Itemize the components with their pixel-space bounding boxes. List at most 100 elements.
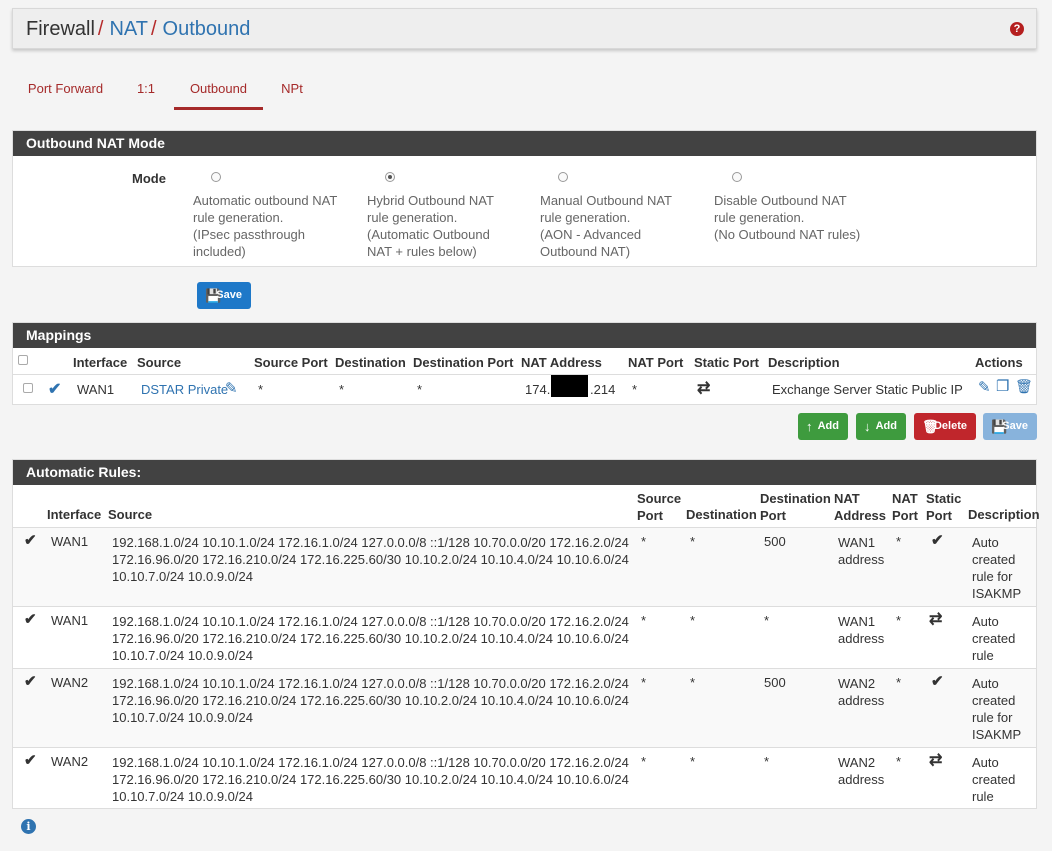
add-top-button[interactable]: ↑ Add (798, 413, 848, 440)
rule-nat-port: * (896, 613, 902, 628)
check-icon: ✔ (24, 673, 37, 690)
radio-label-disable: Disable Outbound NAT rule generation. (N… (714, 192, 884, 243)
mapping-description: Exchange Server Static Public IP (772, 382, 963, 397)
pencil-icon[interactable]: ✎ (225, 379, 238, 397)
table-row: ✔ WAN2 192.168.1.0/24 10.10.1.0/24 172.1… (13, 747, 1036, 809)
breadcrumb-nat[interactable]: NAT (109, 18, 148, 40)
option-line: NAT + rules below) (367, 244, 477, 259)
save-label: Save (216, 289, 242, 301)
rule-source: 192.168.1.0/24 10.10.1.0/24 172.16.1.0/2… (112, 754, 632, 805)
rule-nat-address: WAN2 address (838, 675, 884, 709)
rule-interface: WAN1 (51, 613, 89, 628)
enabled-check-icon[interactable]: ✔ (48, 379, 61, 399)
col-description: Description (968, 507, 1040, 522)
rule-destination-port: 500 (764, 675, 786, 690)
info-icon[interactable]: i (21, 819, 36, 834)
rule-interface: WAN2 (51, 754, 89, 769)
shuffle-icon: ⇄ (929, 752, 943, 769)
rule-destination-port: * (764, 613, 770, 628)
rule-destination-port: 500 (764, 534, 786, 549)
nat-line: WAN1 (838, 535, 876, 550)
header-line: NAT (834, 491, 860, 506)
edit-pencil-icon[interactable]: ✎ (978, 378, 991, 396)
col-nat-address: NAT Address (834, 490, 886, 524)
table-row: ✔ WAN1 192.168.1.0/24 10.10.1.0/24 172.1… (13, 606, 1036, 668)
desc-line: ISAKMP (972, 586, 1022, 601)
automatic-rules-panel: Automatic Rules: Interface Source Source… (12, 459, 1040, 809)
mode-save-button[interactable]: 💾 Save (197, 282, 251, 309)
mapping-nat-address-suffix: .214 (590, 382, 616, 397)
nat-line: WAN1 (838, 614, 876, 629)
rule-destination-port: * (764, 754, 770, 769)
desc-line: created (972, 631, 1016, 646)
option-line: included) (193, 244, 246, 259)
rule-source: 192.168.1.0/24 10.10.1.0/24 172.16.1.0/2… (112, 534, 632, 585)
copy-icon[interactable]: ❐ (996, 377, 1009, 395)
radio-disable[interactable] (732, 172, 742, 182)
header-line: NAT (892, 491, 918, 506)
col-nat-port: NAT Port (628, 355, 684, 370)
mappings-save-button[interactable]: 💾 Save (983, 413, 1037, 440)
row-divider (13, 374, 1036, 375)
breadcrumb-firewall: Firewall (26, 18, 95, 40)
breadcrumb-outbound[interactable]: Outbound (163, 18, 251, 40)
header-line: Destination (760, 491, 831, 506)
save-label: Save (1002, 420, 1028, 432)
tab-port-forward[interactable]: Port Forward (18, 70, 113, 110)
desc-line: rule for (972, 710, 1013, 725)
desc-line: rule (972, 789, 994, 804)
tab-npt[interactable]: NPt (274, 70, 310, 110)
rule-description: Auto created rule for ISAKMP (972, 675, 1021, 743)
mode-label: Mode (132, 171, 166, 186)
nat-line: WAN2 (838, 755, 876, 770)
rule-source-port: * (641, 754, 647, 769)
col-destination: Destination (335, 355, 406, 370)
radio-manual[interactable] (558, 172, 568, 182)
option-line: (Automatic Outbound (367, 227, 490, 242)
option-line: (No Outbound NAT rules) (714, 227, 861, 242)
add-bottom-button[interactable]: ↓ Add (856, 413, 906, 440)
radio-label-hybrid: Hybrid Outbound NAT rule generation. (Au… (367, 192, 517, 260)
delete-button[interactable]: 🗑 Delete (914, 413, 976, 440)
option-line: (IPsec passthrough (193, 227, 306, 242)
col-nat-address: NAT Address (521, 355, 602, 370)
col-actions: Actions (975, 355, 1023, 370)
row-checkbox[interactable] (23, 383, 33, 393)
col-interface: Interface (73, 355, 128, 370)
panel-heading: Mappings (13, 323, 1036, 348)
outbound-nat-mode-panel: Outbound NAT Mode Mode Automatic outboun… (12, 130, 1037, 267)
radio-label-manual: Manual Outbound NAT rule generation. (AO… (540, 192, 690, 260)
source-line: 172.16.96.0/20 172.16.210.0/24 172.16.22… (112, 552, 629, 567)
add-label: Add (875, 420, 897, 432)
check-icon: ✔ (24, 752, 37, 769)
desc-line: Auto (972, 535, 999, 550)
breadcrumb: Firewall / NAT / Outbound (26, 18, 250, 40)
breadcrumb-separator: / (150, 18, 157, 40)
mapping-source-port: * (258, 382, 264, 397)
rule-interface: WAN2 (51, 675, 89, 690)
tab-outbound[interactable]: Outbound (174, 70, 263, 110)
source-line: 10.10.7.0/24 10.0.9.0/24 (112, 648, 253, 663)
help-icon[interactable]: ? (1010, 22, 1024, 36)
rule-destination: * (690, 754, 696, 769)
radio-hybrid[interactable] (385, 172, 395, 182)
rule-nat-port: * (896, 754, 902, 769)
rule-destination: * (690, 534, 696, 549)
rule-destination: * (690, 675, 696, 690)
option-line: Manual Outbound NAT (540, 193, 672, 208)
desc-line: Auto (972, 676, 999, 691)
select-all-checkbox[interactable] (18, 355, 28, 365)
mapping-source-link[interactable]: DSTAR Private (141, 382, 228, 397)
rule-source: 192.168.1.0/24 10.10.1.0/24 172.16.1.0/2… (112, 675, 632, 726)
rule-nat-address: WAN2 address (838, 754, 884, 788)
nat-line: address (838, 693, 885, 708)
radio-automatic[interactable] (211, 172, 221, 182)
tab-one-to-one[interactable]: 1:1 (126, 70, 166, 110)
source-line: 10.10.7.0/24 10.0.9.0/24 (112, 569, 253, 584)
table-row: ✔ WAN1 192.168.1.0/24 10.10.1.0/24 172.1… (13, 527, 1036, 606)
desc-line: rule for (972, 569, 1013, 584)
header-line: Port (637, 508, 663, 523)
col-source-port: Source Port (254, 355, 328, 370)
trash-icon[interactable]: 🗑 (1015, 378, 1033, 395)
source-line: 10.10.7.0/24 10.0.9.0/24 (112, 710, 253, 725)
